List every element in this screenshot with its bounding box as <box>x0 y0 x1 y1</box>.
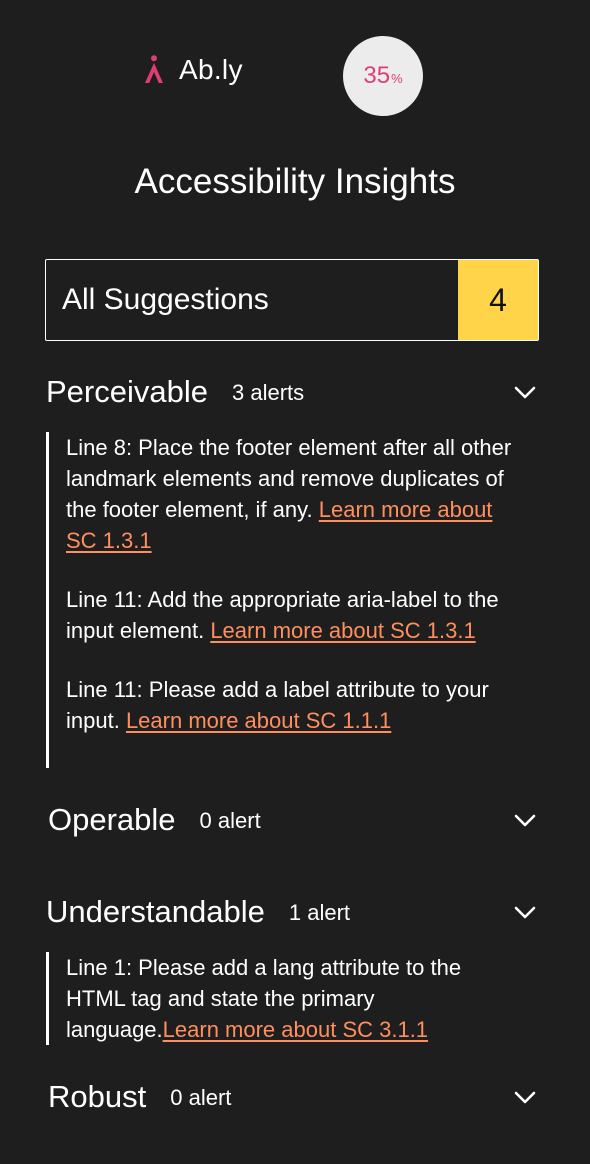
ably-logo-mark-icon <box>145 55 163 83</box>
section-alert-count: 1 alert <box>288 900 351 925</box>
understandable-alert-list: Line 1: Please add a lang attribute to t… <box>46 952 516 1045</box>
chevron-down-icon[interactable] <box>514 810 536 830</box>
alert-item: Line 8: Place the footer element after a… <box>66 432 516 556</box>
chevron-down-icon[interactable] <box>514 902 536 922</box>
section-name: Perceivable <box>46 374 208 409</box>
chevron-down-icon[interactable] <box>514 382 536 402</box>
learn-more-link[interactable]: Learn more about SC 1.3.1 <box>210 618 475 643</box>
brand-logo[interactable]: Ab.ly <box>143 54 243 86</box>
section-robust-header[interactable]: Robust 0 alert <box>48 1075 540 1119</box>
alert-item: Line 11: Please add a label attribute to… <box>66 674 516 736</box>
chevron-down-icon[interactable] <box>514 1087 536 1107</box>
filter-label: All Suggestions <box>62 283 269 316</box>
section-name: Operable <box>48 802 176 837</box>
section-operable-header[interactable]: Operable 0 alert <box>48 798 540 842</box>
section-name: Understandable <box>46 894 265 929</box>
alert-item: Line 1: Please add a lang attribute to t… <box>66 952 516 1045</box>
score-value: 35 <box>363 62 391 89</box>
score-unit: % <box>391 71 403 86</box>
section-perceivable-header[interactable]: Perceivable 3 alerts <box>46 370 540 414</box>
alert-item: Line 11: Add the appropriate aria-label … <box>66 584 516 646</box>
brand-name: Ab.ly <box>179 54 243 85</box>
page-title: Accessibility Insights <box>134 162 456 201</box>
section-alert-count: 0 alert <box>170 1085 232 1110</box>
header: Ab.ly 35% <box>0 0 590 140</box>
section-alert-count: 0 alert <box>199 808 261 833</box>
section-understandable-header[interactable]: Understandable 1 alert <box>46 890 540 934</box>
all-suggestions-filter[interactable]: All Suggestions 4 <box>45 259 539 341</box>
suggestions-count-badge: 4 <box>458 260 538 340</box>
section-name: Robust <box>48 1079 147 1114</box>
accessibility-score-badge: 35% <box>343 36 423 116</box>
learn-more-link[interactable]: Learn more about SC 1.1.1 <box>126 708 391 733</box>
section-alert-count: 3 alerts <box>231 380 305 405</box>
perceivable-alert-list: Line 8: Place the footer element after a… <box>46 432 516 768</box>
learn-more-link[interactable]: Learn more about SC 3.1.1 <box>163 1017 428 1042</box>
